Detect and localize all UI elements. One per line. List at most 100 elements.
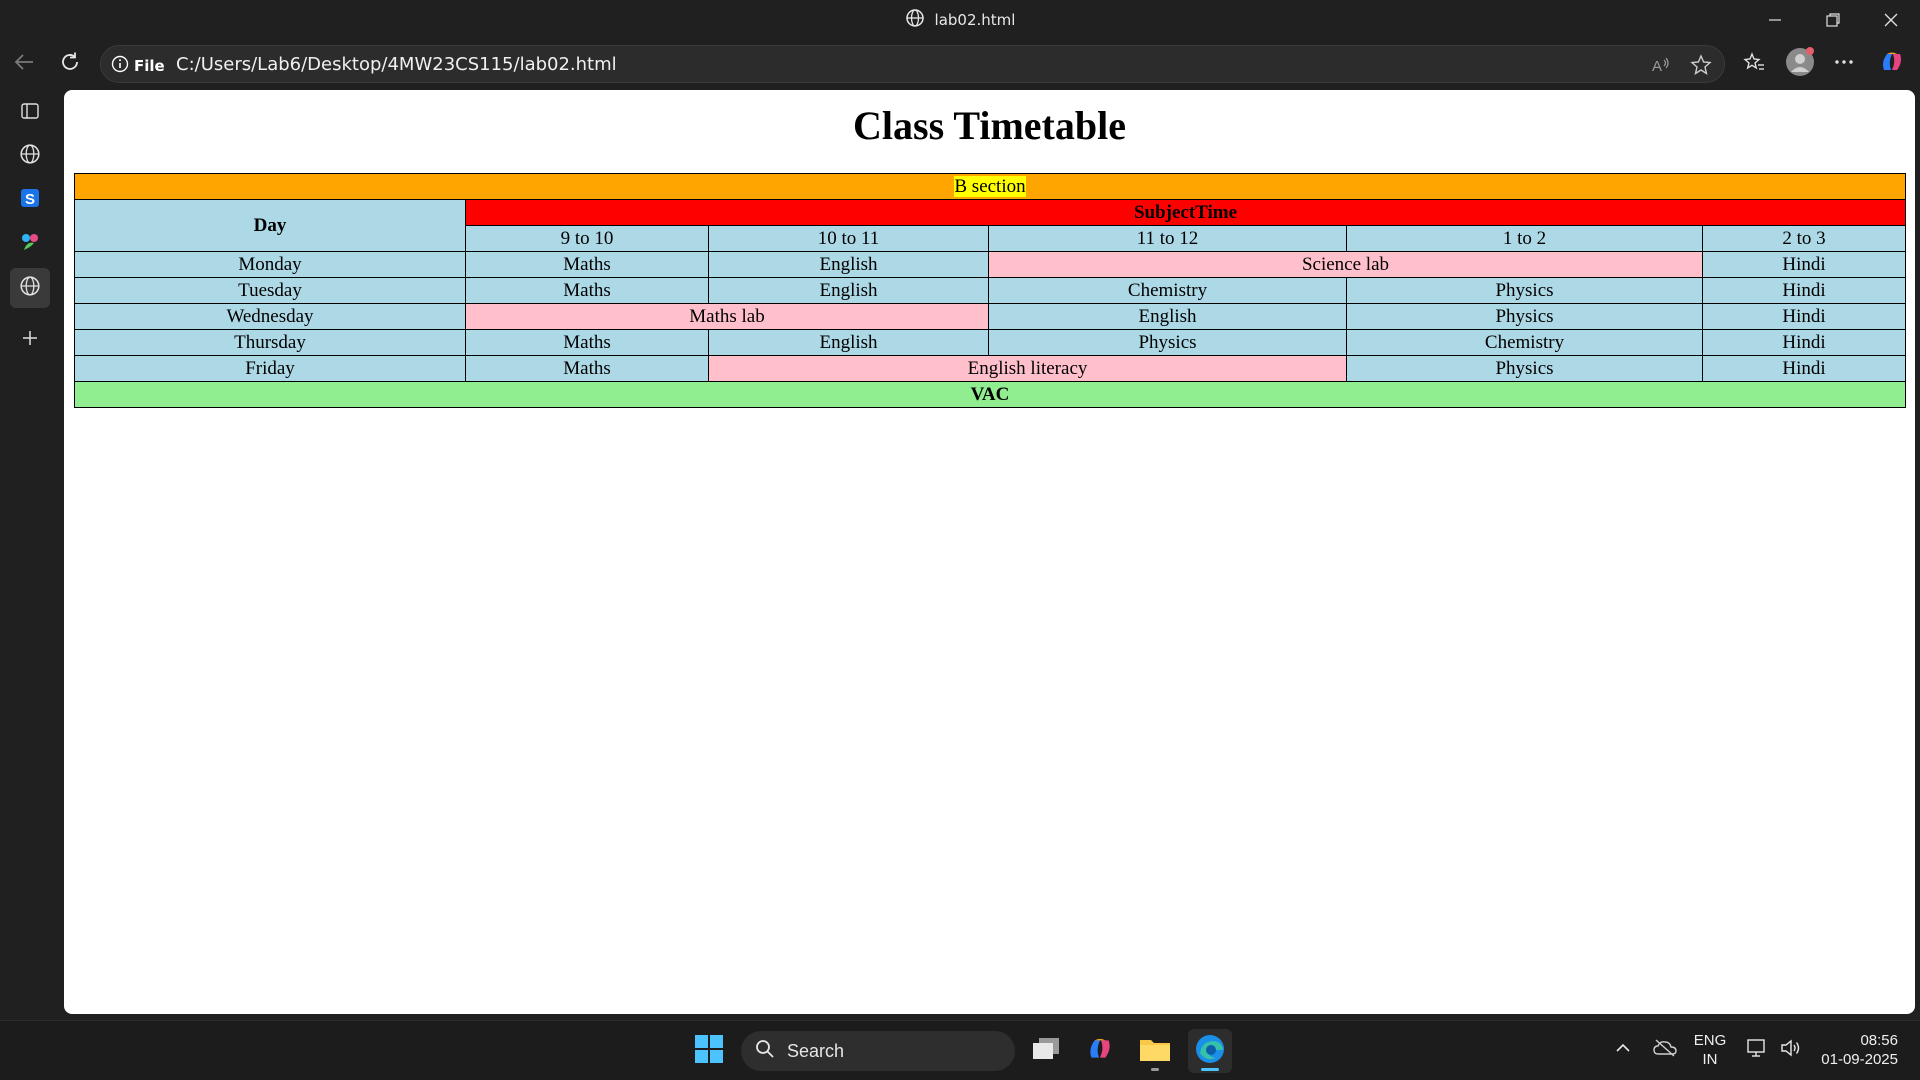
address-bar[interactable]: File C:/Users/Lab6/Desktop/4MW23CS115/la… [100,45,1725,83]
back-button[interactable] [6,46,42,82]
windows-logo-icon [694,1034,724,1068]
table-row: Wednesday Maths lab English Physics Hind… [74,303,1906,330]
network-status[interactable] [1740,1021,1774,1080]
volume-control[interactable] [1774,1021,1808,1080]
footer-row: VAC [74,381,1906,408]
window-title-text: lab02.html [934,11,1016,29]
subject-cell: Physics [1346,355,1703,382]
subject-cell: English [708,329,989,356]
design-app-icon [19,231,41,257]
favorites-icon [1743,51,1765,77]
lab-cell: English literacy [708,355,1347,382]
navigation-bar: File C:/Users/Lab6/Desktop/4MW23CS115/la… [0,40,1920,88]
task-view-icon [1031,1036,1061,1066]
subject-cell: Maths [465,277,709,304]
section-label: B section [954,175,1026,197]
sidebar-tab-s-app[interactable]: S [10,180,50,220]
sidebar-tab-globe-active[interactable] [10,268,50,308]
globe-icon [19,143,41,169]
timetable: B section Day SubjectTime 9 to 10 10 to … [74,173,1906,408]
language-code: ENG [1693,1032,1727,1050]
subject-cell: Hindi [1702,303,1906,330]
vertical-sidebar: S [0,88,60,1020]
time-slot-header: 2 to 3 [1702,225,1906,252]
ellipsis-icon [1833,51,1855,77]
table-row: Tuesday Maths English Chemistry Physics … [74,277,1906,304]
file-explorer-button[interactable] [1133,1029,1177,1073]
task-view-button[interactable] [1024,1029,1068,1073]
tab-actions-button[interactable] [10,93,50,133]
copilot-icon [1085,1034,1115,1068]
subject-cell: Hindi [1702,355,1906,382]
taskbar: Search ENG IN 08:56 01-09-2025 [0,1020,1920,1080]
network-icon [1746,1038,1768,1064]
cloud-off-icon [1653,1039,1677,1063]
subject-cell: Maths [465,251,709,278]
language-indicator[interactable]: ENG IN [1688,1021,1732,1080]
profile-button[interactable] [1782,46,1818,82]
more-options-button[interactable] [1826,46,1862,82]
active-indicator [1201,1068,1219,1071]
close-button[interactable] [1862,0,1920,40]
title-bar: lab02.html [0,0,1920,40]
clock[interactable]: 08:56 01-09-2025 [1812,1021,1912,1080]
table-row: Friday Maths English literacy Physics Hi… [74,355,1906,382]
subject-cell: Maths [465,355,709,382]
refresh-button[interactable] [52,46,88,82]
favorite-star-icon[interactable] [1689,53,1713,77]
favorites-button[interactable] [1736,46,1772,82]
site-info-chip[interactable]: File [111,55,165,77]
page-heading: Class Timetable [853,103,1126,148]
subject-cell: Maths [465,329,709,356]
svg-text:S: S [25,191,35,208]
info-icon [111,55,129,77]
table-row: Monday Maths English Science lab Hindi [74,251,1906,278]
copilot-taskbar-button[interactable] [1078,1029,1122,1073]
day-cell: Thursday [74,329,466,356]
edge-button[interactable] [1188,1029,1232,1073]
avatar [1785,47,1815,81]
onedrive-status[interactable] [1648,1021,1682,1080]
day-header: Day [74,199,466,252]
subject-cell: English [708,277,989,304]
search-icon [755,1039,775,1064]
tab-layout-icon [20,101,40,125]
read-aloud-icon[interactable]: A [1649,53,1673,77]
subject-cell: Physics [988,329,1347,356]
s-app-icon: S [19,187,41,213]
taskbar-search[interactable]: Search [741,1031,1015,1071]
day-cell: Friday [74,355,466,382]
chevron-up-icon [1615,1040,1631,1062]
globe-icon [19,275,41,301]
copilot-icon [1878,48,1906,80]
time-slot-header: 1 to 2 [1346,225,1703,252]
edge-browser-icon [1194,1033,1226,1069]
clock-time: 08:56 [1860,1032,1898,1050]
sidebar-tab-globe-1[interactable] [10,136,50,176]
window-title: lab02.html [0,0,1920,40]
minimize-button[interactable] [1746,0,1804,40]
day-cell: Tuesday [74,277,466,304]
new-tab-button[interactable] [10,320,50,360]
scheme-label: File [134,57,165,75]
show-hidden-icons-button[interactable] [1605,1021,1641,1080]
copilot-button[interactable] [1874,46,1910,82]
url-text[interactable]: C:/Users/Lab6/Desktop/4MW23CS115/lab02.h… [176,54,617,75]
day-cell: Wednesday [74,303,466,330]
restore-button[interactable] [1804,0,1862,40]
svg-text:A: A [1652,58,1662,75]
page-content: Class Timetable B section Day SubjectTim… [64,90,1915,1014]
speaker-icon [1780,1038,1802,1064]
search-label: Search [787,1040,845,1061]
start-button[interactable] [687,1029,731,1073]
day-cell: Monday [74,251,466,278]
subject-cell: Chemistry [988,277,1347,304]
running-indicator [1151,1068,1159,1071]
subject-cell: English [708,251,989,278]
table-row: Thursday Maths English Physics Chemistry… [74,329,1906,356]
time-slot-header: 11 to 12 [988,225,1347,252]
refresh-icon [59,51,81,77]
sidebar-tab-design-app[interactable] [10,224,50,264]
subject-cell: Physics [1346,303,1703,330]
time-slot-header: 10 to 11 [708,225,989,252]
